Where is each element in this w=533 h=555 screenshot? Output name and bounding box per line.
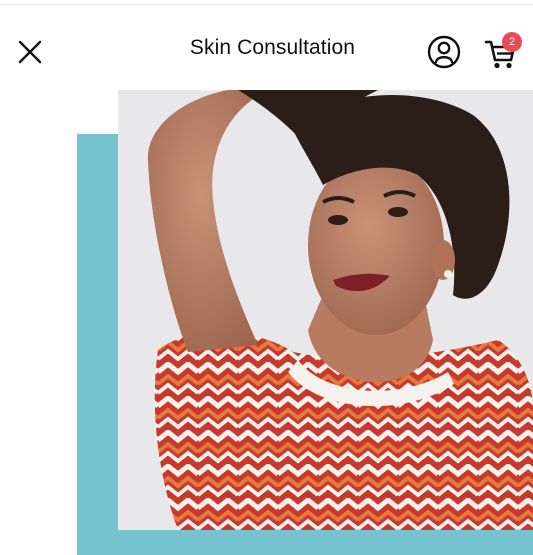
account-button[interactable] xyxy=(424,32,464,72)
hero-section xyxy=(0,90,533,555)
page-title: Skin Consultation xyxy=(189,36,356,59)
top-divider xyxy=(0,4,533,5)
header-bar: Skin Consultation 2 xyxy=(0,6,533,90)
cart-count-badge: 2 xyxy=(502,32,522,52)
skin-consultation-screen: Skin Consultation 2 xyxy=(0,0,533,555)
close-button[interactable] xyxy=(10,32,50,72)
cart-button[interactable]: 2 xyxy=(480,32,524,74)
user-icon xyxy=(427,35,461,69)
close-icon xyxy=(18,40,42,64)
model-photo xyxy=(118,90,533,530)
